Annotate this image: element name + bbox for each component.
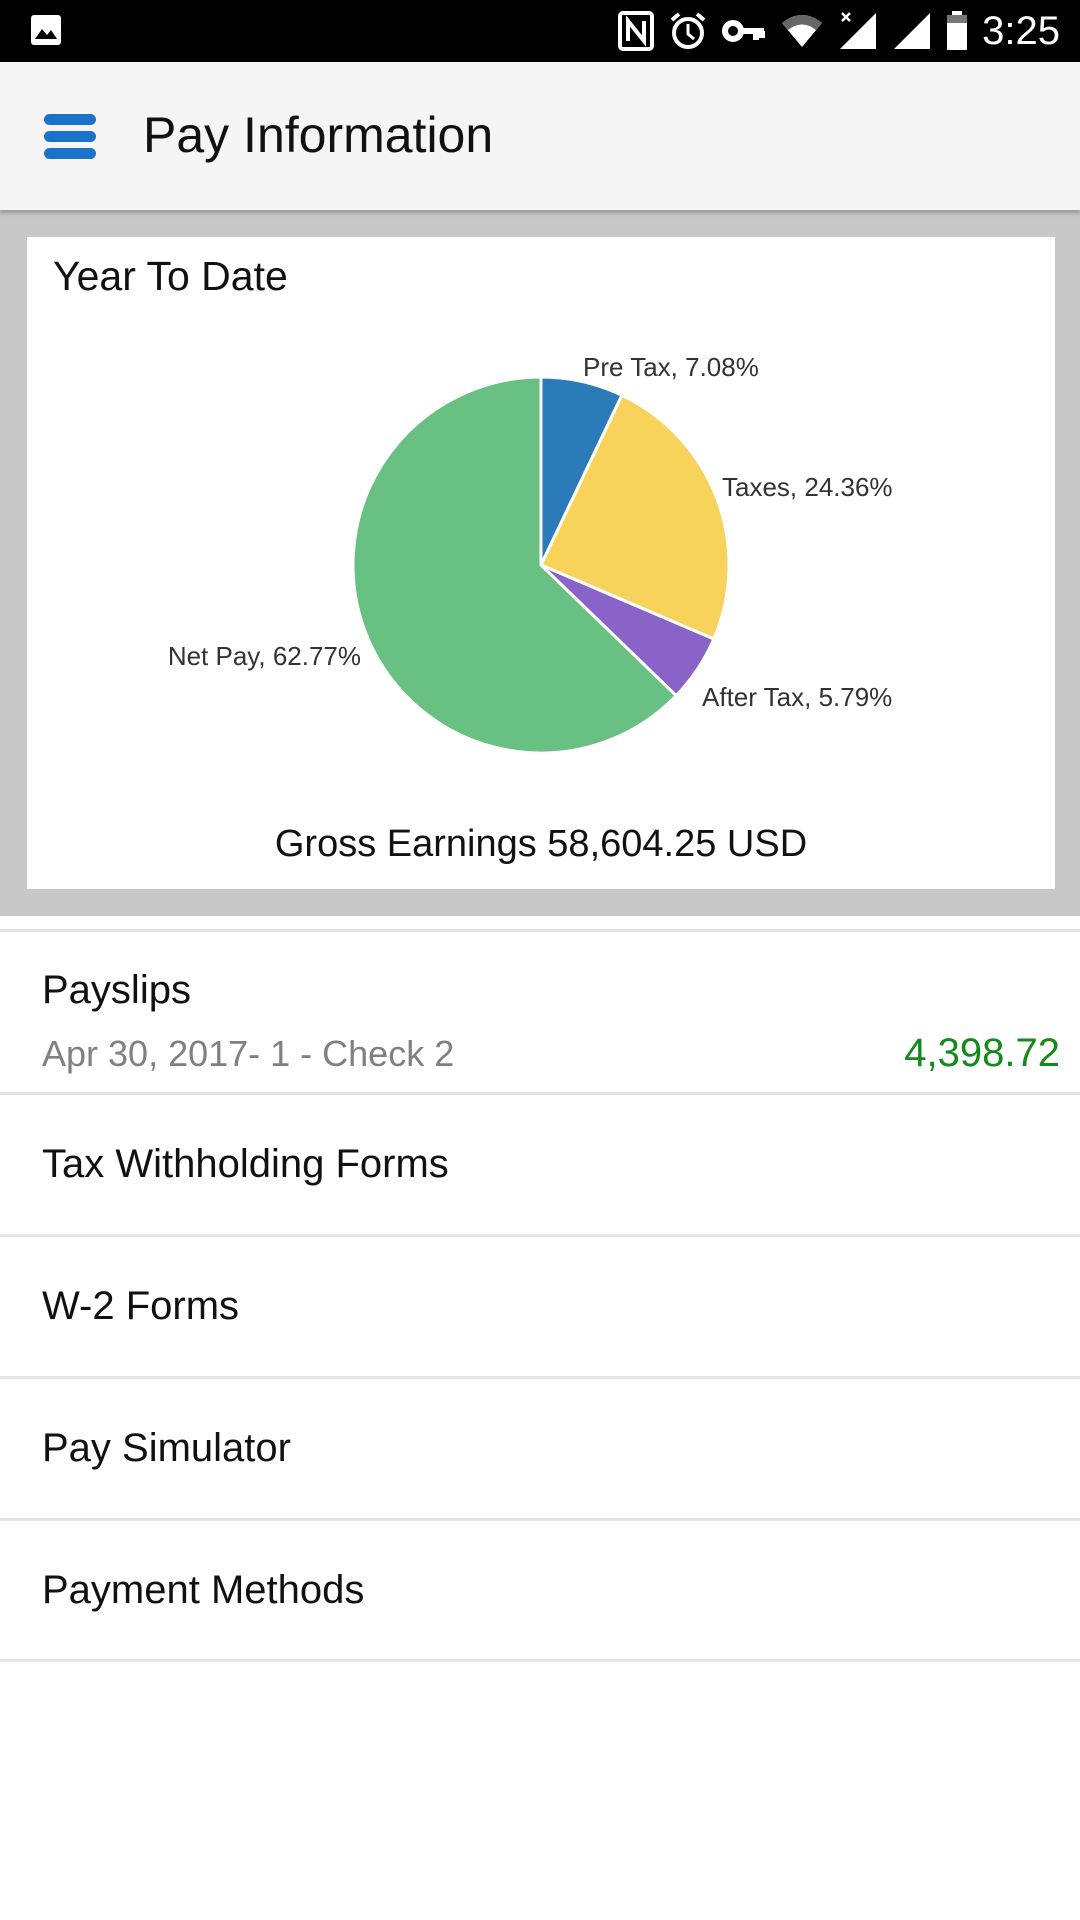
pie-label-taxes: Taxes, 24.36% xyxy=(722,472,893,502)
signal-icon xyxy=(894,13,931,49)
pie-label-after-tax: After Tax, 5.79% xyxy=(702,682,892,712)
latest-payslip-amount: 4,398.72 xyxy=(904,1031,1060,1075)
pie-label-pre-tax: Pre Tax, 7.08% xyxy=(583,352,759,382)
menu-item-label: Pay Simulator xyxy=(42,1426,291,1470)
payslips-label: Payslips xyxy=(42,968,191,1012)
alarm-icon xyxy=(670,12,706,49)
app-bar: Pay Information xyxy=(0,62,1080,210)
menu-item-tax-withholding-forms[interactable]: Tax Withholding Forms xyxy=(0,1095,1080,1234)
ytd-card: Year To Date Pre Tax, 7.08% Taxes, 24.36… xyxy=(27,237,1055,889)
menu-item-payment-methods[interactable]: Payment Methods xyxy=(0,1521,1080,1660)
battery-icon xyxy=(947,11,968,50)
pie-label-net-pay: Net Pay, 62.77% xyxy=(168,641,361,671)
nfc-icon xyxy=(618,11,655,51)
divider xyxy=(0,1659,1080,1662)
menu-item-label: W-2 Forms xyxy=(42,1284,240,1328)
wifi-icon xyxy=(782,15,823,47)
pie-chart: Pre Tax, 7.08% Taxes, 24.36% After Tax, … xyxy=(168,352,893,755)
gross-earnings: Gross Earnings 58,604.25 USD xyxy=(274,823,808,865)
menu-item-pay-simulator[interactable]: Pay Simulator xyxy=(0,1379,1080,1518)
status-bar: 3:25 xyxy=(0,0,1080,62)
menu-item-w2-forms[interactable]: W-2 Forms xyxy=(0,1237,1080,1376)
payslips-row[interactable]: Payslips Apr 30, 2017- 1 - Check 2 4,398… xyxy=(0,932,1080,1093)
page-title: Pay Information xyxy=(143,107,494,163)
ytd-section: Year To Date Pre Tax, 7.08% Taxes, 24.36… xyxy=(0,210,1080,916)
latest-payslip-date: Apr 30, 2017- 1 - Check 2 xyxy=(42,1033,455,1074)
clock: 3:25 xyxy=(982,8,1060,53)
image-notification-icon xyxy=(31,15,61,45)
hamburger-menu-icon[interactable] xyxy=(44,114,96,160)
menu-item-label: Tax Withholding Forms xyxy=(42,1142,449,1186)
signal-no-data-icon xyxy=(840,12,877,49)
menu-item-label: Payment Methods xyxy=(42,1568,365,1612)
vpn-key-icon xyxy=(722,20,766,42)
